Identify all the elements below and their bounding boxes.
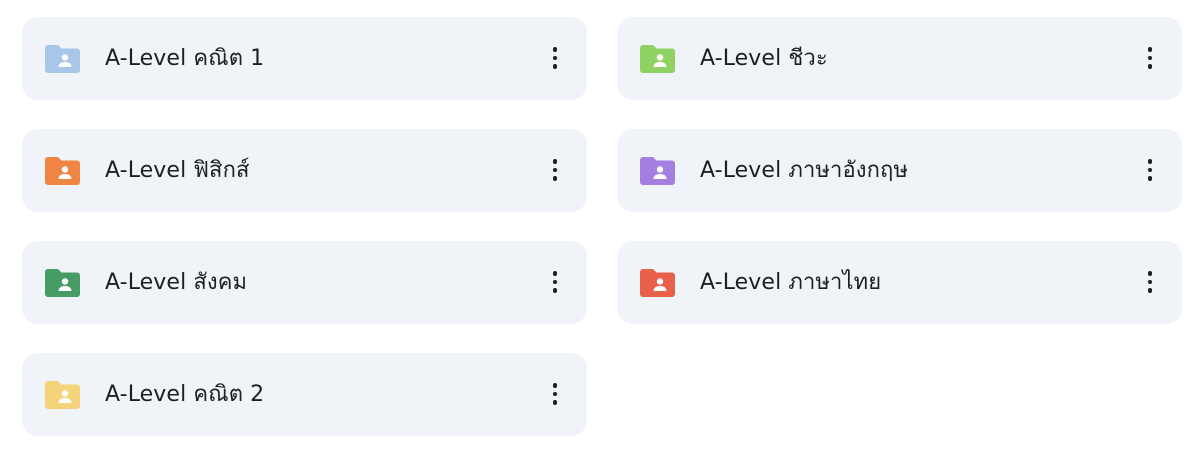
more-vert-icon-dot [1147,55,1153,61]
shared-folder-icon [640,45,675,73]
more-vert-icon-dot [552,400,558,405]
more-options-button[interactable] [544,379,566,409]
folder-card[interactable]: A-Level สังคม [22,241,587,324]
more-options-button[interactable] [1139,155,1161,185]
more-vert-icon-dot [552,159,558,164]
more-vert-icon-dot [552,391,558,397]
more-vert-icon-dot [552,176,558,181]
more-options-button[interactable] [544,43,566,73]
folder-card[interactable]: A-Level ภาษาไทย [617,241,1182,324]
folder-name: A-Level คณิต 1 [105,46,265,71]
more-vert-icon-dot [1147,288,1153,293]
more-vert-icon-dot [1147,271,1153,276]
folder-name: A-Level ภาษาไทย [700,270,882,295]
more-vert-icon-dot [1147,279,1153,285]
more-options-button[interactable] [1139,267,1161,297]
folder-card[interactable]: A-Level คณิต 1 [22,17,587,100]
shared-folder-icon [45,157,80,185]
folder-card[interactable]: A-Level ภาษาอังกฤษ [617,129,1182,212]
shared-folder-icon [45,45,80,73]
more-vert-icon-dot [552,55,558,61]
more-vert-icon-dot [552,288,558,293]
shared-folder-icon [640,269,675,297]
more-vert-icon-dot [552,279,558,285]
folder-name: A-Level สังคม [105,270,248,295]
more-vert-icon-dot [552,47,558,52]
folder-card[interactable]: A-Level ฟิสิกส์ [22,129,587,212]
folder-name: A-Level ชีวะ [700,46,828,71]
more-vert-icon-dot [1147,159,1153,164]
more-options-button[interactable] [544,155,566,185]
more-vert-icon-dot [552,383,558,388]
shared-folder-icon [640,157,675,185]
folder-name: A-Level คณิต 2 [105,382,265,407]
more-vert-icon-dot [1147,167,1153,173]
more-vert-icon-dot [552,167,558,173]
shared-folder-icon [45,381,80,409]
folder-name: A-Level ภาษาอังกฤษ [700,158,909,183]
more-vert-icon-dot [1147,64,1153,69]
more-options-button[interactable] [1139,43,1161,73]
folder-card[interactable]: A-Level คณิต 2 [22,353,587,436]
more-options-button[interactable] [544,267,566,297]
folder-card[interactable]: A-Level ชีวะ [617,17,1182,100]
more-vert-icon-dot [1147,47,1153,52]
shared-folder-icon [45,269,80,297]
more-vert-icon-dot [1147,176,1153,181]
folder-name: A-Level ฟิสิกส์ [105,158,250,183]
folder-grid: A-Level คณิต 1 A-Level ชีวะ A-Level ฟิสิ… [22,17,1182,436]
more-vert-icon-dot [552,271,558,276]
more-vert-icon-dot [552,64,558,69]
